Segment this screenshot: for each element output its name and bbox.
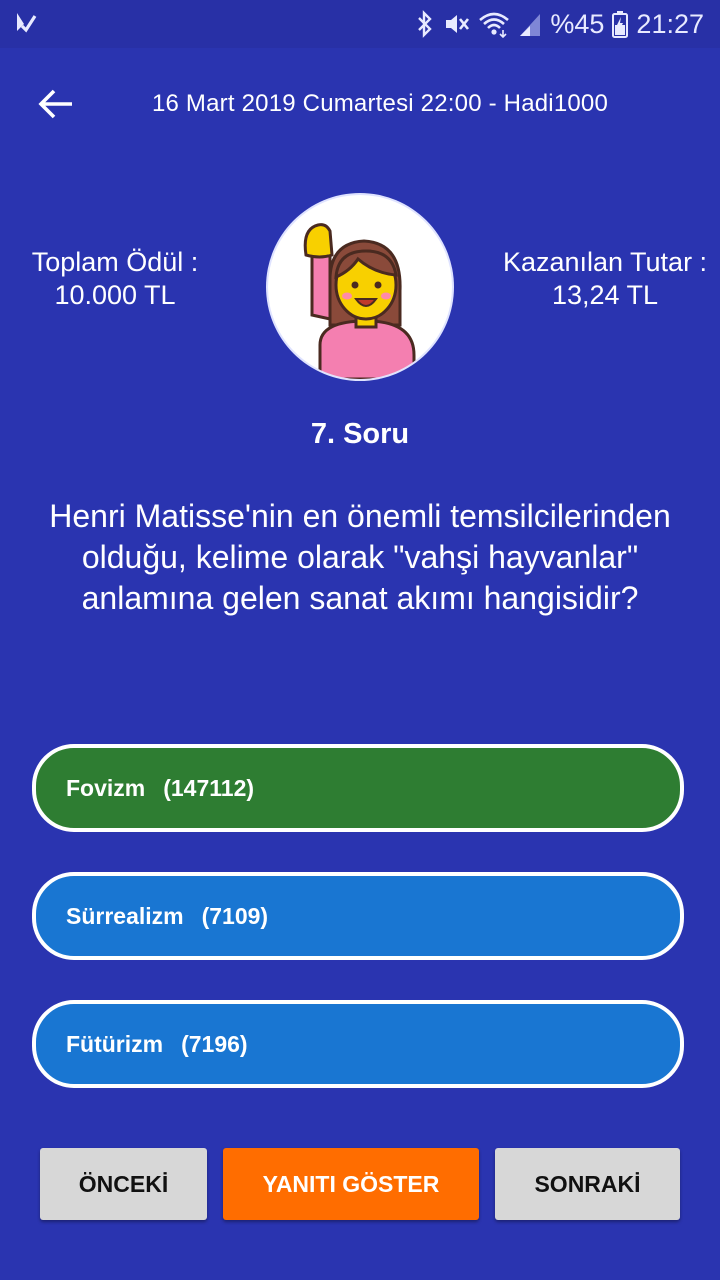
total-prize-value: 10.000 TL (54, 280, 176, 310)
won-amount-value: 13,24 TL (551, 280, 659, 310)
battery-icon (612, 10, 629, 38)
answer-label: Fütürizm (66, 1030, 164, 1057)
question-text: Henri Matisse'nin en önemli temsilcileri… (49, 498, 671, 616)
battery-percent: %45 (550, 8, 605, 39)
answer-option-2[interactable]: Sürrealizm (7109) (32, 872, 684, 960)
next-button[interactable]: SONRAKİ (495, 1148, 680, 1220)
answer-count: (7109) (201, 902, 269, 929)
won-amount: Kazanılan Tutar : 13,24 TL (490, 246, 720, 312)
answer-label: Sürrealizm (66, 902, 184, 929)
answer-count: (7196) (181, 1030, 248, 1057)
answer-label: Fovizm (66, 774, 146, 801)
signal-icon (518, 10, 542, 38)
avatar (268, 195, 452, 379)
arrow-left-icon (38, 88, 74, 125)
total-prize: Toplam Ödül : 10.000 TL (0, 246, 230, 312)
won-amount-label: Kazanılan Tutar : (502, 247, 708, 277)
answer-count: (147112) (163, 774, 255, 801)
woman-raising-hand-icon (303, 223, 416, 379)
app-bar: 16 Mart 2019 Cumartesi 22:00 - Hadi1000 (0, 48, 720, 160)
bluetooth-icon (416, 10, 434, 38)
status-bar: %45 21:27 (0, 0, 720, 48)
back-button[interactable] (30, 86, 82, 126)
answer-option-1[interactable]: Fovizm (147112) (32, 744, 684, 832)
clock: 21:27 (636, 8, 704, 39)
total-prize-label: Toplam Ödül : (31, 247, 199, 277)
wifi-icon (478, 10, 510, 38)
previous-button[interactable]: ÖNCEKİ (40, 1148, 207, 1220)
show-answer-button[interactable]: YANITI GÖSTER (223, 1148, 479, 1220)
page-title: 16 Mart 2019 Cumartesi 22:00 - Hadi1000 (151, 90, 609, 117)
app-notification-icon (14, 10, 38, 39)
answer-option-3[interactable]: Fütürizm (7196) (32, 1000, 684, 1088)
question-number: 7. Soru (310, 418, 410, 450)
mute-icon (442, 10, 470, 38)
